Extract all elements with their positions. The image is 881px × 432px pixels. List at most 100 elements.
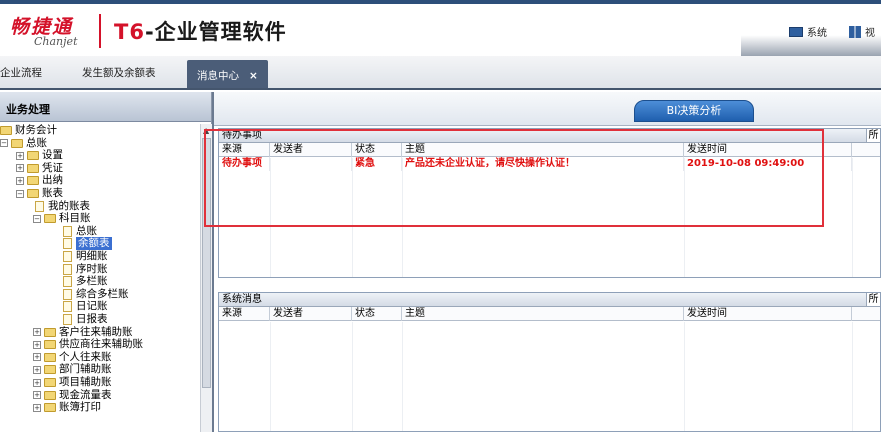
tree-node[interactable]: 序时账 bbox=[63, 263, 108, 276]
product-prefix: T6 bbox=[114, 20, 145, 44]
expand-icon[interactable]: + bbox=[16, 164, 24, 173]
document-icon bbox=[63, 238, 72, 250]
expand-icon[interactable]: + bbox=[33, 328, 41, 337]
tab-message-center[interactable]: 消息中心 × bbox=[187, 60, 268, 88]
tab-label: 发生额及余额表 bbox=[82, 67, 156, 79]
pending-items-grid: 待办事项 所 来源 发送者 状态 主题 发送时间 待办事项 紧急 产品还未企业认证… bbox=[218, 128, 881, 278]
column-divider bbox=[270, 158, 271, 277]
document-icon bbox=[63, 314, 72, 325]
column-divider bbox=[684, 158, 685, 277]
tree-node-label: 账表 bbox=[42, 187, 63, 199]
tree-node[interactable]: − 账表 bbox=[16, 187, 63, 200]
tab-enterprise-process[interactable]: 企业流程 bbox=[0, 65, 42, 80]
tree-node[interactable]: 综合多栏账 bbox=[63, 288, 129, 301]
collapse-icon[interactable]: − bbox=[16, 189, 24, 198]
column-header-source[interactable]: 来源 bbox=[219, 307, 270, 321]
tree-node[interactable]: − 科目账 bbox=[33, 212, 91, 225]
system-menu[interactable]: 系统 bbox=[789, 24, 827, 39]
tree-node[interactable]: 财务会计 bbox=[0, 124, 57, 137]
tab-balance-table[interactable]: 发生额及余额表 bbox=[82, 65, 156, 80]
grid-icon bbox=[849, 25, 861, 38]
cell-subject: 产品还未企业认证，请尽快操作认证！ bbox=[402, 157, 684, 171]
tab-bar: 企业流程 发生额及余额表 消息中心 × bbox=[0, 56, 881, 90]
tree-node[interactable]: − 总账 bbox=[0, 137, 47, 150]
tree-node[interactable]: 明细账 bbox=[63, 250, 108, 263]
expand-icon[interactable]: + bbox=[16, 176, 24, 185]
folder-icon bbox=[44, 214, 56, 224]
grid-filter-label[interactable]: 所 bbox=[866, 293, 880, 306]
tree-node-label: 综合多栏账 bbox=[76, 287, 129, 300]
tree-node[interactable]: 日记账 bbox=[63, 300, 108, 313]
column-header-time[interactable]: 发送时间 bbox=[684, 307, 852, 321]
expand-icon[interactable]: + bbox=[33, 378, 41, 387]
grid-title-bar: 系统消息 所 bbox=[219, 293, 880, 307]
cell-status: 紧急 bbox=[352, 157, 402, 171]
column-header-source[interactable]: 来源 bbox=[219, 143, 270, 157]
scroll-thumb[interactable] bbox=[202, 138, 211, 388]
tree-node[interactable]: 总账 bbox=[63, 225, 97, 238]
tree-node[interactable]: + 部门辅助账 bbox=[33, 363, 112, 376]
tree-node[interactable]: 多栏账 bbox=[63, 275, 108, 288]
expand-icon[interactable]: + bbox=[33, 365, 41, 374]
column-header-status[interactable]: 状态 bbox=[352, 143, 402, 157]
scroll-up-icon[interactable]: ▲ bbox=[203, 126, 209, 135]
expand-icon[interactable]: + bbox=[33, 353, 41, 362]
document-icon bbox=[63, 276, 72, 288]
tab-label: 消息中心 bbox=[197, 70, 239, 82]
tree-node-label: 客户往来辅助账 bbox=[59, 325, 133, 338]
expand-icon[interactable]: + bbox=[33, 340, 41, 349]
tree-node[interactable]: 日报表 bbox=[63, 313, 108, 326]
cell-time: 2019-10-08 09:49:00 bbox=[684, 157, 852, 171]
column-divider bbox=[352, 322, 353, 431]
panel-title: 业务处理 bbox=[0, 92, 211, 122]
column-header-time[interactable]: 发送时间 bbox=[684, 143, 852, 157]
tree-node[interactable]: + 凭证 bbox=[16, 162, 63, 175]
grid-title: 系统消息 bbox=[222, 294, 262, 305]
document-icon bbox=[63, 301, 72, 313]
tree-node[interactable]: + 个人往来账 bbox=[33, 351, 112, 364]
system-label: 系统 bbox=[807, 28, 827, 39]
tree-node[interactable]: 余额表 bbox=[63, 237, 112, 251]
column-divider bbox=[270, 322, 271, 431]
tree-node-label: 序时账 bbox=[76, 262, 108, 275]
column-header-subject[interactable]: 主题 bbox=[402, 143, 684, 157]
close-icon[interactable]: × bbox=[249, 70, 258, 82]
tree-node[interactable]: + 设置 bbox=[16, 149, 63, 162]
document-icon bbox=[63, 225, 72, 237]
folder-icon bbox=[27, 163, 39, 173]
tree-node[interactable]: 我的账表 bbox=[35, 200, 90, 213]
tree-scrollbar[interactable]: ▲ bbox=[200, 124, 212, 432]
grid-filter-label[interactable]: 所 bbox=[866, 129, 880, 142]
column-header-sender[interactable]: 发送者 bbox=[270, 143, 352, 157]
tree-node-label: 总账 bbox=[26, 136, 47, 149]
tree-node[interactable]: + 出纳 bbox=[16, 174, 63, 187]
column-header-subject[interactable]: 主题 bbox=[402, 307, 684, 321]
tree-node-label: 出纳 bbox=[42, 174, 63, 187]
column-header-status[interactable]: 状态 bbox=[352, 307, 402, 321]
tree-node[interactable]: + 供应商往来辅助账 bbox=[33, 338, 143, 351]
document-icon bbox=[35, 200, 44, 212]
collapse-icon[interactable]: − bbox=[0, 139, 8, 148]
tree-node-label: 项目辅助账 bbox=[59, 376, 112, 388]
column-header-sender[interactable]: 发送者 bbox=[270, 307, 352, 321]
expand-icon[interactable]: + bbox=[33, 403, 41, 412]
tree-node[interactable]: + 项目辅助账 bbox=[33, 376, 112, 389]
collapse-icon[interactable]: − bbox=[33, 214, 41, 223]
cell-sender bbox=[270, 157, 352, 171]
folder-icon bbox=[44, 378, 56, 387]
grid-header: 来源 发送者 状态 主题 发送时间 bbox=[219, 307, 880, 321]
tree-node[interactable]: + 账簿打印 bbox=[33, 401, 101, 414]
bi-analysis-button[interactable]: BI决策分析 bbox=[634, 100, 754, 122]
view-menu[interactable]: 视 bbox=[849, 24, 875, 39]
tree-node-label: 账簿打印 bbox=[59, 401, 101, 414]
tree-node-label: 财务会计 bbox=[15, 124, 57, 136]
document-icon bbox=[63, 263, 72, 275]
expand-icon[interactable]: + bbox=[16, 151, 24, 160]
tree-node-label: 日记账 bbox=[76, 300, 108, 313]
tree-node[interactable]: + 客户往来辅助账 bbox=[33, 326, 133, 339]
table-row[interactable]: 待办事项 紧急 产品还未企业认证，请尽快操作认证！ 2019-10-08 09:… bbox=[219, 157, 880, 171]
tab-label: 企业流程 bbox=[0, 67, 42, 79]
tree-node[interactable]: + 现金流量表 bbox=[33, 389, 112, 402]
column-divider bbox=[684, 322, 685, 431]
expand-icon[interactable]: + bbox=[33, 391, 41, 400]
